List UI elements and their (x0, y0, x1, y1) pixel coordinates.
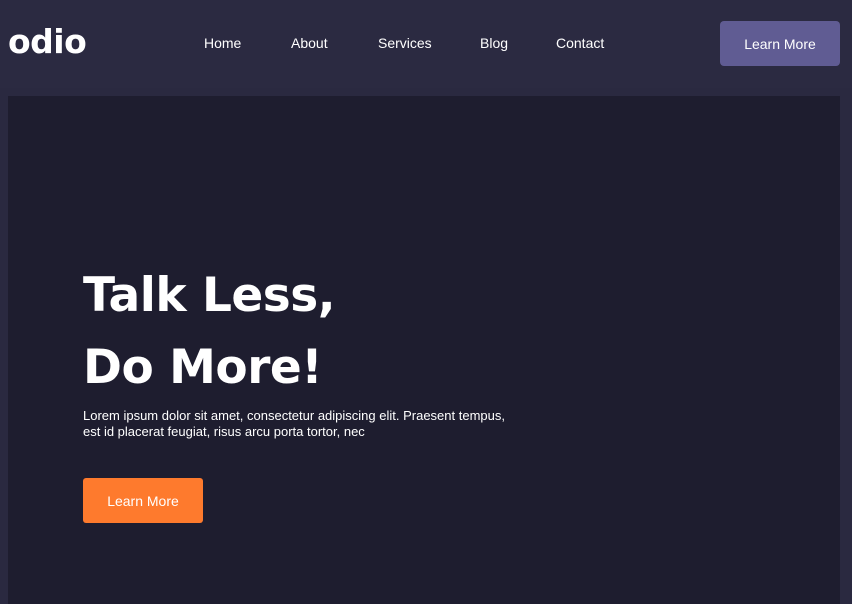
landing-page: odio Home About Services Blog Contact Le… (0, 0, 852, 604)
hero-learn-more-button[interactable]: Learn More (83, 478, 203, 523)
hero-section: Talk Less, Do More! Lorem ipsum dolor si… (8, 96, 840, 604)
nav-link-contact[interactable]: Contact (556, 33, 604, 53)
nav-link-blog[interactable]: Blog (480, 33, 508, 53)
nav-link-home[interactable]: Home (204, 33, 241, 53)
header-learn-more-button[interactable]: Learn More (720, 21, 840, 66)
top-navigation-bar: odio Home About Services Blog Contact Le… (0, 0, 852, 88)
hero-title-line-one: Talk Less, (83, 268, 336, 323)
hero-title-line-two: Do More! (83, 340, 323, 395)
nav-link-about[interactable]: About (291, 33, 328, 53)
site-logo[interactable]: odio (8, 22, 87, 62)
hero-description: Lorem ipsum dolor sit amet, consectetur … (83, 408, 505, 439)
nav-link-services[interactable]: Services (378, 33, 432, 53)
hero-title: Talk Less, Do More! (83, 260, 336, 404)
